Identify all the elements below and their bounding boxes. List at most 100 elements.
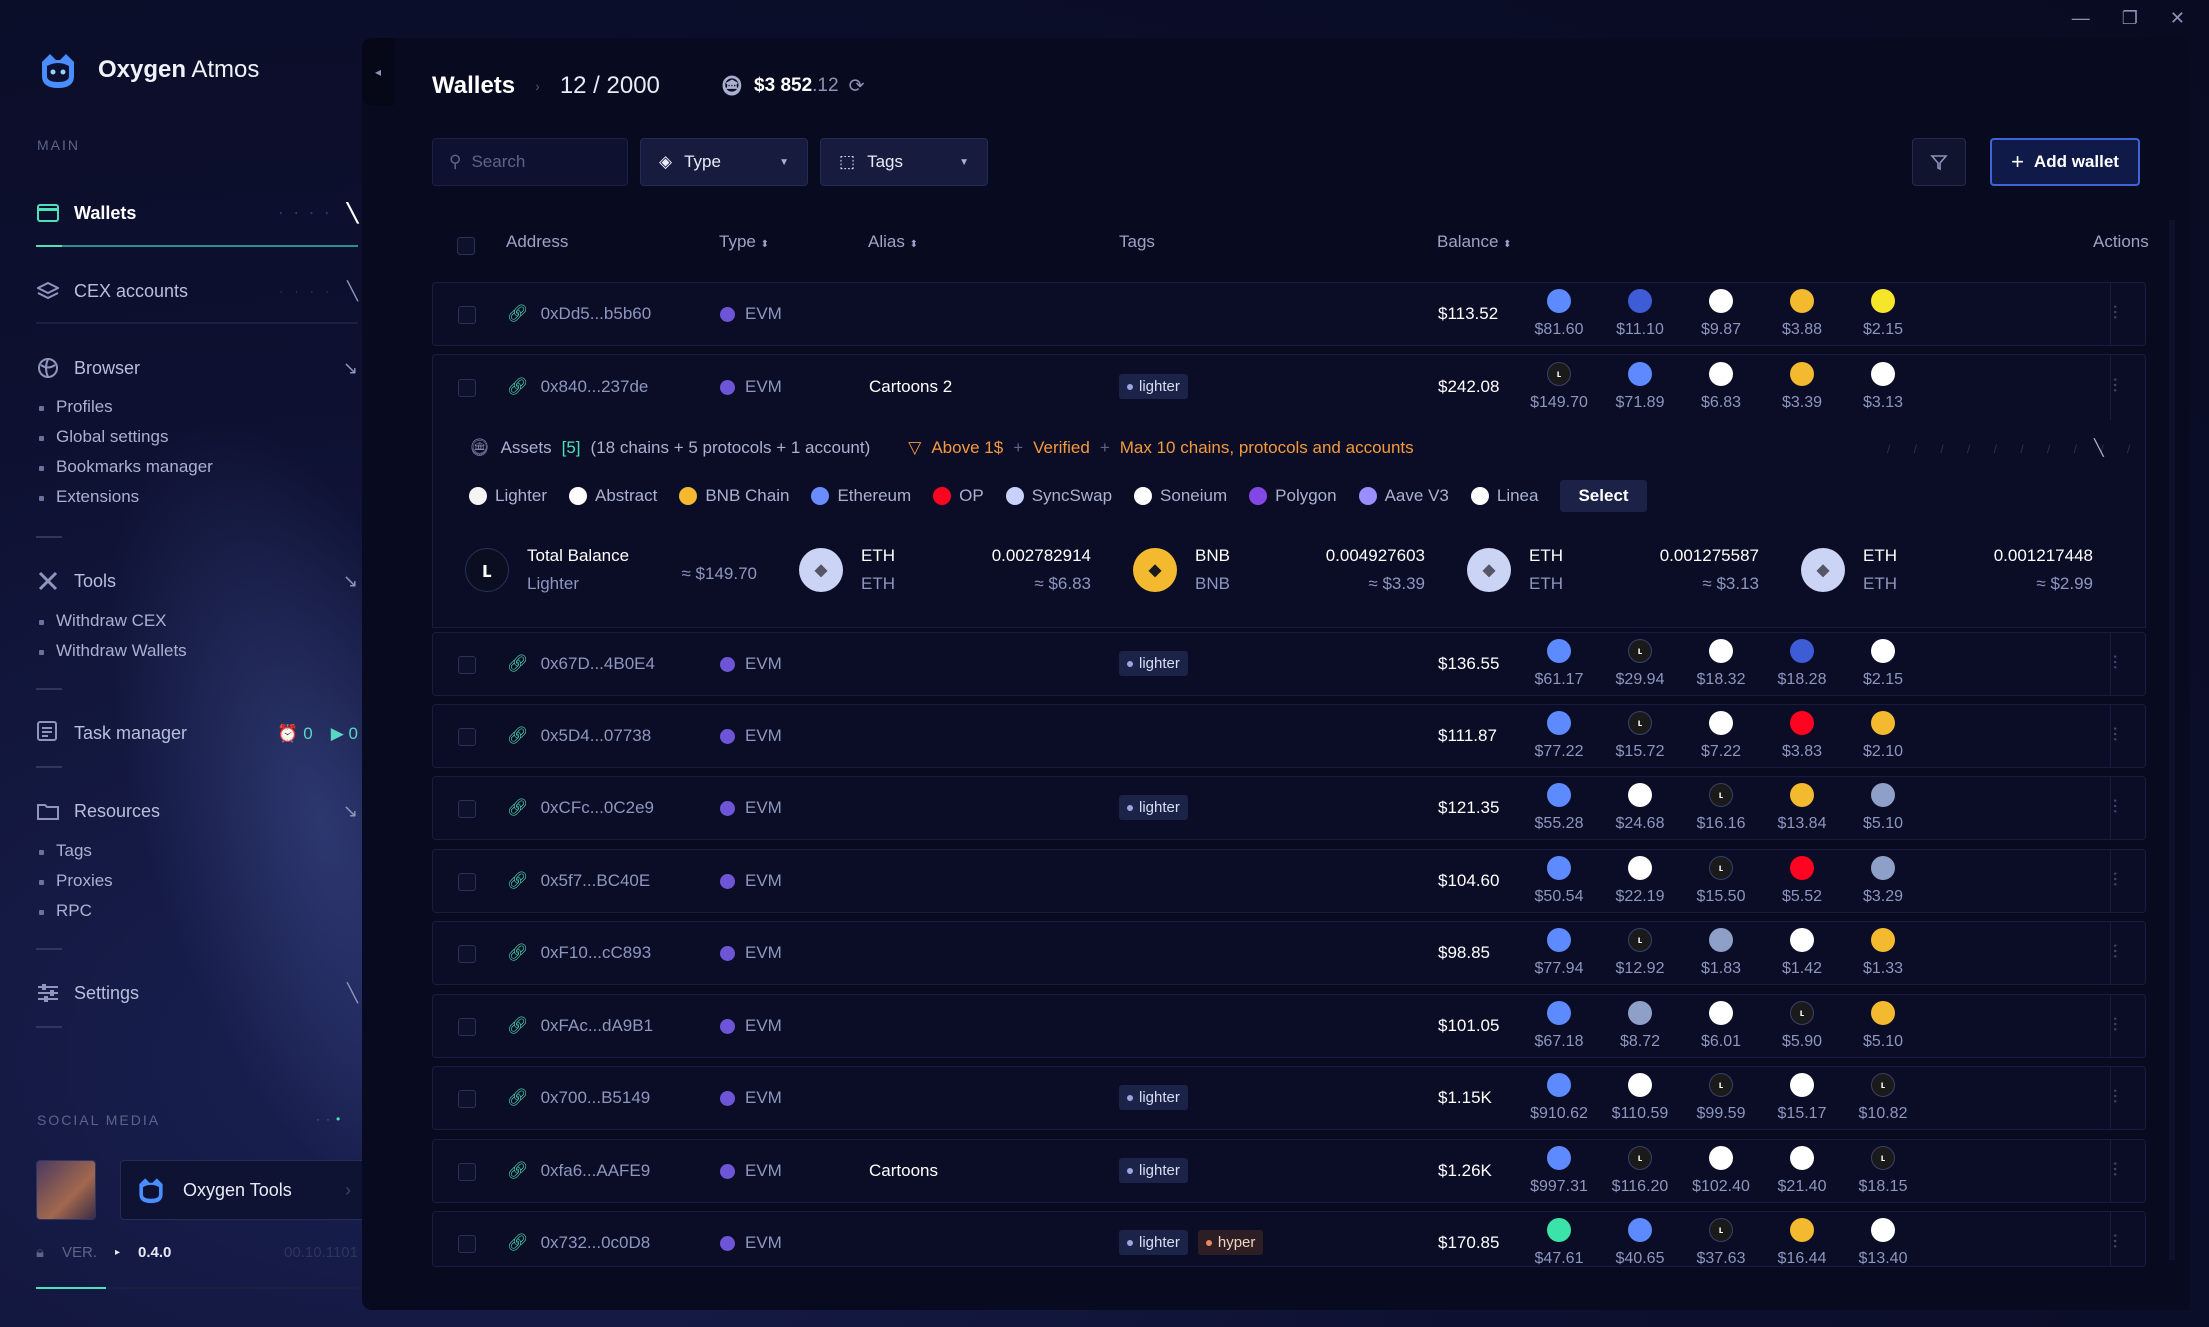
asset-item[interactable]: ʟ $15.72 xyxy=(1610,711,1670,761)
chain-chip[interactable]: Ethereum xyxy=(811,486,911,506)
asset-item[interactable]: ʟ $12.92 xyxy=(1610,928,1670,978)
table-row[interactable]: 🔗︎ 0xF10...cC893 EVM $98.85 $77.94 ʟ $12.92 $1.… xyxy=(432,921,2146,985)
sidebar-subitem-profiles[interactable]: Profiles xyxy=(39,397,113,417)
asset-item[interactable]: $102.40 xyxy=(1691,1146,1751,1196)
asset-item[interactable]: $2.15 xyxy=(1853,639,1913,689)
wallet-address[interactable]: 🔗︎ 0x5D4...07738 xyxy=(507,726,651,746)
asset-item[interactable]: $910.62 xyxy=(1529,1073,1589,1123)
asset-tile[interactable]: ◆ ETH ETH 0.002782914 ≈ $6.83 xyxy=(799,530,1133,610)
asset-item[interactable]: $13.40 xyxy=(1853,1218,1913,1268)
sidebar-item-tools[interactable]: Tools ↘ xyxy=(36,563,358,599)
table-row[interactable]: 🔗︎ 0xCFc...0C2e9 EVM lighter $121.35 $55.28 $2… xyxy=(432,776,2146,840)
tag-badge[interactable]: lighter xyxy=(1119,374,1188,399)
asset-item[interactable]: ʟ $37.63 xyxy=(1691,1218,1751,1268)
chain-chip[interactable]: Abstract xyxy=(568,486,657,506)
sidebar-item-resources[interactable]: Resources ↘ xyxy=(36,793,358,829)
asset-item[interactable]: $40.65 xyxy=(1610,1218,1670,1268)
sidebar-item-browser[interactable]: Browser ↘ xyxy=(36,350,358,386)
tag-badge[interactable]: lighter xyxy=(1119,1085,1188,1110)
asset-item[interactable]: ʟ $116.20 xyxy=(1610,1146,1670,1196)
wallet-address[interactable]: 🔗︎ 0xDd5...b5b60 xyxy=(507,304,651,324)
asset-item[interactable]: $47.61 xyxy=(1529,1218,1589,1268)
asset-item[interactable]: $3.39 xyxy=(1772,362,1832,412)
asset-item[interactable]: $15.17 xyxy=(1772,1073,1832,1123)
chain-chip[interactable]: Lighter xyxy=(469,486,547,506)
table-row[interactable]: 🔗︎ 0xfa6...AAFE9 EVM Cartoons lighter $1.26K $… xyxy=(432,1139,2146,1203)
scrollbar[interactable] xyxy=(2169,220,2175,1260)
row-actions-menu[interactable]: ··· xyxy=(2103,653,2129,669)
row-actions-menu[interactable]: ··· xyxy=(2103,942,2129,958)
type-dropdown[interactable]: ◈ Type ▼ xyxy=(640,138,808,186)
asset-item[interactable]: $16.44 xyxy=(1772,1218,1832,1268)
avatar[interactable] xyxy=(36,1160,96,1220)
tag-badge[interactable]: lighter xyxy=(1119,651,1188,676)
sidebar-item-task-manager[interactable]: Task manager ⏰ 0 ▶ 0 xyxy=(36,720,358,747)
chain-chip[interactable]: SyncSwap xyxy=(1005,486,1112,506)
wallet-address[interactable]: 🔗︎ 0x840...237de xyxy=(507,377,648,397)
col-type[interactable]: Type ⬍ xyxy=(719,232,769,252)
col-address[interactable]: Address xyxy=(506,232,568,252)
sidebar-subitem-withdraw-wallets[interactable]: Withdraw Wallets xyxy=(39,641,187,661)
row-checkbox[interactable] xyxy=(458,1235,476,1253)
row-actions-menu[interactable]: ··· xyxy=(2103,870,2129,886)
asset-item[interactable]: $22.19 xyxy=(1610,856,1670,906)
maximize-icon[interactable]: ❐ xyxy=(2122,8,2138,30)
asset-item[interactable]: $3.13 xyxy=(1853,362,1913,412)
search-input[interactable]: ⚲ Search xyxy=(432,138,628,186)
table-row[interactable]: 🔗︎ 0xDd5...b5b60 EVM $113.52 $81.60 $11.10 $9.… xyxy=(432,282,2146,346)
row-checkbox[interactable] xyxy=(458,800,476,818)
asset-item[interactable]: $2.15 xyxy=(1853,289,1913,339)
asset-item[interactable]: $77.94 xyxy=(1529,928,1589,978)
asset-item[interactable]: ʟ $99.59 xyxy=(1691,1073,1751,1123)
chain-chip[interactable]: Aave V3 xyxy=(1358,486,1449,506)
tags-dropdown[interactable]: ⬚ Tags ▼ xyxy=(820,138,988,186)
asset-item[interactable]: $3.83 xyxy=(1772,711,1832,761)
asset-item[interactable]: $18.32 xyxy=(1691,639,1751,689)
chain-chip[interactable]: Linea xyxy=(1470,486,1538,506)
asset-tile[interactable]: ◆ ETH ETH 0.001275587 ≈ $3.13 xyxy=(1467,530,1801,610)
chain-chip[interactable]: Polygon xyxy=(1249,486,1337,506)
asset-item[interactable]: ʟ $16.16 xyxy=(1691,783,1751,833)
row-checkbox[interactable] xyxy=(458,873,476,891)
asset-item[interactable]: $110.59 xyxy=(1610,1073,1670,1123)
sidebar-item-settings[interactable]: Settings ╲ xyxy=(36,975,358,1011)
wallet-address[interactable]: 🔗︎ 0xF10...cC893 xyxy=(507,943,651,963)
table-row[interactable]: 🔗︎ 0x5f7...BC40E EVM $104.60 $50.54 $22.19 ʟ $1… xyxy=(432,849,2146,913)
tag-badge[interactable]: lighter xyxy=(1119,1230,1188,1255)
wallet-address[interactable]: 🔗︎ 0x5f7...BC40E xyxy=(507,871,650,891)
tag-badge[interactable]: hyper xyxy=(1197,1230,1264,1255)
asset-item[interactable]: $61.17 xyxy=(1529,639,1589,689)
asset-item[interactable]: $3.29 xyxy=(1853,856,1913,906)
chain-chip[interactable]: OP xyxy=(933,486,984,506)
asset-item[interactable]: ʟ $10.82 xyxy=(1853,1073,1913,1123)
asset-item[interactable]: $5.52 xyxy=(1772,856,1832,906)
wallet-address[interactable]: 🔗︎ 0xFAc...dA9B1 xyxy=(507,1016,653,1036)
asset-item[interactable]: ʟ $29.94 xyxy=(1610,639,1670,689)
asset-item[interactable]: $81.60 xyxy=(1529,289,1589,339)
sidebar-item-cex[interactable]: CEX accounts · · · · ╲ xyxy=(36,273,358,309)
sidebar-item-wallets[interactable]: Wallets · · · · ╲ xyxy=(36,195,358,231)
wallet-alias[interactable]: Cartoons xyxy=(869,1161,938,1181)
row-actions-menu[interactable]: ··· xyxy=(2103,1015,2129,1031)
minimize-icon[interactable]: — xyxy=(2072,8,2090,30)
asset-item[interactable]: $6.83 xyxy=(1691,362,1751,412)
tag-badge[interactable]: lighter xyxy=(1119,795,1188,820)
row-checkbox[interactable] xyxy=(458,656,476,674)
asset-item[interactable]: $3.88 xyxy=(1772,289,1832,339)
asset-item[interactable]: $6.01 xyxy=(1691,1001,1751,1051)
sidebar-subitem-rpc[interactable]: RPC xyxy=(39,901,92,921)
asset-item[interactable]: $1.33 xyxy=(1853,928,1913,978)
filter-button[interactable] xyxy=(1912,138,1966,186)
table-row[interactable]: 🔗︎ 0x700...B5149 EVM lighter $1.15K $910.62 $1… xyxy=(432,1066,2146,1130)
row-actions-menu[interactable]: ··· xyxy=(2103,725,2129,741)
sidebar-subitem-extensions[interactable]: Extensions xyxy=(38,487,139,507)
row-actions-menu[interactable]: ··· xyxy=(2103,1160,2129,1176)
row-checkbox[interactable] xyxy=(458,945,476,963)
asset-tile[interactable]: ʟ Total Balance Lighter ≈ $149.70 xyxy=(465,530,799,610)
asset-item[interactable]: $997.31 xyxy=(1529,1146,1589,1196)
asset-tile[interactable]: ◆ ETH ETH 0.001217448 ≈ $2.99 xyxy=(1801,530,2135,610)
asset-tile[interactable]: ◆ BNB BNB 0.004927603 ≈ $3.39 xyxy=(1133,530,1467,610)
row-checkbox[interactable] xyxy=(458,728,476,746)
asset-item[interactable]: $2.10 xyxy=(1853,711,1913,761)
row-checkbox[interactable] xyxy=(458,1090,476,1108)
